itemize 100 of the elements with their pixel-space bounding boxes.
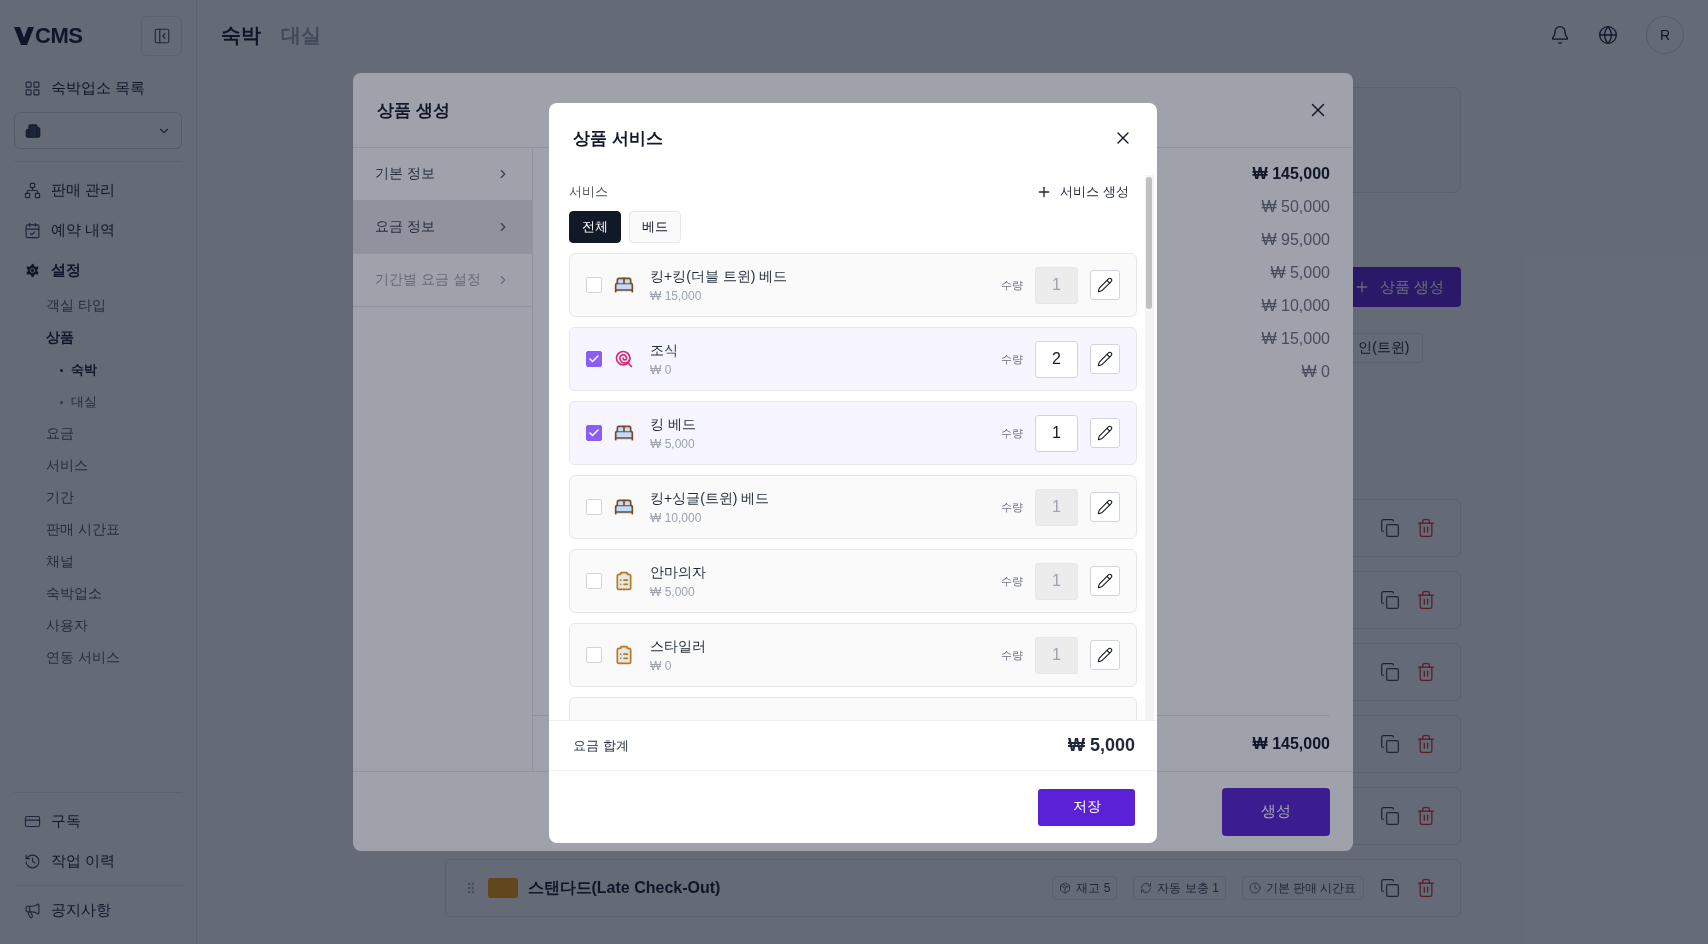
- scrollbar[interactable]: [1144, 175, 1154, 720]
- sidebar-subitem[interactable]: 객실 타입: [14, 290, 182, 322]
- service-price: ₩ 5,000: [650, 584, 696, 599]
- service-name: 킹+싱글(트윈) 베드: [650, 489, 770, 508]
- clock-icon: [1248, 882, 1261, 894]
- service-name: 킹 베드: [650, 415, 696, 434]
- trash-icon[interactable]: [1415, 518, 1436, 538]
- edit-button[interactable]: [1090, 566, 1120, 596]
- settings-icon: [24, 261, 41, 279]
- edit-button[interactable]: [1090, 270, 1120, 300]
- checkbox[interactable]: [586, 351, 602, 367]
- copy-icon[interactable]: [1379, 662, 1400, 682]
- calendar-icon: [24, 221, 41, 239]
- sidebar-subitem[interactable]: 요금: [14, 418, 182, 450]
- property-select[interactable]: [14, 112, 182, 149]
- trash-icon[interactable]: [1415, 806, 1436, 826]
- price-value: ₩ 15,000: [1261, 329, 1330, 349]
- sidebar-subitem[interactable]: 사용자: [14, 610, 182, 642]
- quantity-field[interactable]: 1: [1035, 488, 1078, 526]
- lollipop-icon: [614, 349, 634, 369]
- sidebar-item[interactable]: 구독: [14, 801, 182, 841]
- sidebar-item[interactable]: 작업 이력: [14, 841, 182, 881]
- price-value: ₩ 145,000: [1252, 164, 1330, 184]
- bullet-icon: [60, 400, 63, 404]
- trash-icon[interactable]: [1415, 662, 1436, 682]
- quantity-label: 수량: [1001, 499, 1023, 515]
- quantity-label: 수량: [1001, 573, 1023, 589]
- quantity-field[interactable]: 1: [1035, 562, 1078, 600]
- sidebar-subitem[interactable]: 연동 서비스: [14, 642, 182, 674]
- sidebar-subitem[interactable]: 기간: [14, 482, 182, 514]
- pencil-icon: [1097, 573, 1113, 589]
- edit-button[interactable]: [1090, 418, 1120, 448]
- price-value: ₩ 50,000: [1261, 197, 1330, 217]
- quantity-field[interactable]: 1: [1035, 266, 1078, 304]
- price-value: ₩ 0: [1301, 362, 1330, 382]
- quantity-field[interactable]: 2: [1035, 340, 1078, 378]
- edit-button[interactable]: [1090, 640, 1120, 670]
- history-icon: [24, 852, 41, 870]
- check-icon: [588, 427, 600, 439]
- sidebar-item[interactable]: 예약 내역: [14, 210, 182, 250]
- sidebar-subitem[interactable]: 서비스: [14, 450, 182, 482]
- sidebar-toggle-button[interactable]: [141, 16, 182, 56]
- trash-icon[interactable]: [1415, 590, 1436, 610]
- total-value: ₩ 5,000: [1067, 735, 1135, 756]
- sitemap-icon: [24, 181, 41, 199]
- service-price: ₩ 10,000: [650, 510, 703, 525]
- copy-icon[interactable]: [1379, 590, 1400, 610]
- price-value: ₩ 10,000: [1261, 296, 1330, 316]
- sidebar-item[interactable]: 판매 관리: [14, 170, 182, 210]
- box-icon: [1059, 882, 1072, 894]
- quantity-label: 수량: [1001, 647, 1023, 663]
- copy-icon[interactable]: [1379, 734, 1400, 754]
- building-icon: [25, 122, 41, 139]
- copy-icon[interactable]: [1379, 806, 1400, 826]
- edit-button[interactable]: [1090, 492, 1120, 522]
- sidebar-subitem[interactable]: 채널: [14, 546, 182, 578]
- quantity-field[interactable]: 1: [1035, 636, 1078, 674]
- bed-icon: [614, 275, 634, 295]
- price-value: ₩ 5,000: [1270, 263, 1330, 283]
- quantity-label: 수량: [1001, 425, 1023, 441]
- create-service-link[interactable]: 서비스 생성: [1036, 183, 1129, 201]
- quantity-label: 수량: [1001, 277, 1023, 293]
- sidebar-item[interactable]: 공지사항: [14, 890, 182, 930]
- save-button[interactable]: 저장: [1038, 788, 1135, 826]
- sidebar-subitem[interactable]: 판매 시간표: [14, 514, 182, 546]
- service-price: ₩ 5,000: [650, 436, 696, 451]
- service-price: ₩ 0: [650, 658, 673, 673]
- clipboard-icon: [614, 571, 634, 591]
- sidebar-subitem[interactable]: 대실: [14, 386, 182, 418]
- clipboard-icon: [614, 645, 634, 665]
- sidebar-subitem[interactable]: 상품: [14, 322, 182, 354]
- trash-icon[interactable]: [1415, 878, 1436, 898]
- copy-icon[interactable]: [1379, 878, 1400, 898]
- language-icon[interactable]: [1598, 25, 1618, 45]
- copy-icon[interactable]: [1379, 518, 1400, 538]
- service-price: ₩ 0: [650, 362, 673, 377]
- service-name: 스타일러: [650, 637, 706, 656]
- total-label: 요금 합계: [573, 736, 629, 755]
- create-button[interactable]: 생성: [1222, 787, 1330, 836]
- grid-icon: [24, 79, 41, 97]
- sidebar-item[interactable]: 설정: [14, 250, 182, 290]
- header-tab[interactable]: 숙박: [221, 21, 261, 49]
- checkbox[interactable]: [586, 425, 602, 441]
- filter-tab[interactable]: 베드: [629, 211, 681, 243]
- property-list-link[interactable]: 숙박업소 목록: [14, 68, 182, 108]
- dialog-title: 상품 서비스: [573, 127, 663, 150]
- pencil-icon: [1097, 425, 1113, 441]
- trash-icon[interactable]: [1415, 734, 1436, 754]
- sidebar-subitem[interactable]: 숙박업소: [14, 578, 182, 610]
- bed-icon: [614, 423, 634, 443]
- edit-button[interactable]: [1090, 344, 1120, 374]
- user-avatar[interactable]: R: [1646, 16, 1684, 54]
- step-item[interactable]: 요금 정보: [353, 201, 532, 254]
- tag: [487, 878, 518, 898]
- filter-tab[interactable]: 전체: [569, 211, 621, 243]
- service-name: 킹+킹(더블 트윈) 베드: [650, 267, 788, 286]
- quantity-field[interactable]: 1: [1035, 414, 1078, 452]
- notification-icon[interactable]: [1550, 25, 1570, 45]
- refresh-icon: [1140, 882, 1153, 894]
- sidebar-subitem[interactable]: 숙박: [14, 354, 182, 386]
